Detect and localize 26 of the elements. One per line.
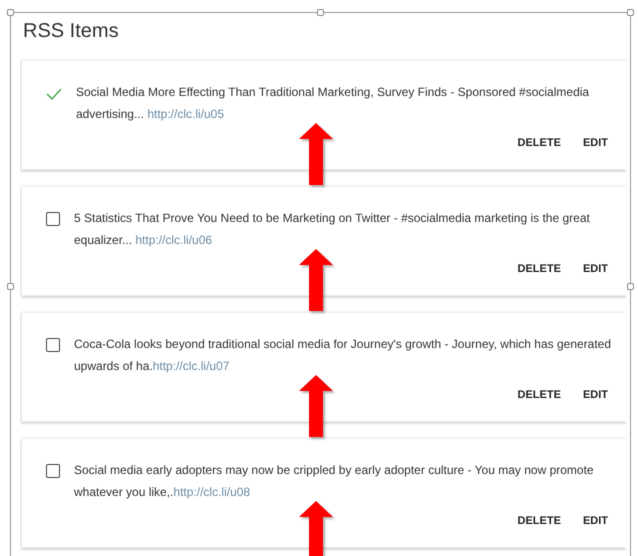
edit-button[interactable]: EDIT — [576, 511, 614, 531]
item-text: 5 Statistics That Prove You Need to be Marketing on Twitter - #socialmedia marketing is the great equalizer... http://clc.li/u06 — [74, 210, 591, 249]
item-link[interactable]: http://clc.li/u06 — [135, 233, 212, 247]
item-text: Social Media More Effecting Than Traditional Marketing, Survey Finds - Sponsored #socialmedia advertising... http://clc.li/u05 — [76, 84, 590, 123]
checkmark-icon[interactable] — [46, 88, 62, 100]
panel-title: RSS Items — [23, 20, 120, 43]
edit-button[interactable]: EDIT — [576, 385, 614, 405]
edit-button[interactable]: EDIT — [576, 259, 614, 279]
item-link[interactable]: http://clc.li/u05 — [147, 107, 224, 121]
item-link[interactable]: http://clc.li/u07 — [152, 359, 230, 373]
item-link[interactable]: http://clc.li/u08 — [173, 485, 250, 499]
item-text: Coca-Cola looks beyond traditional social media for Journey's growth - Journey, which has generated upwards of ha.http://clc.li/u07 — [74, 336, 612, 375]
checkbox[interactable] — [46, 464, 60, 478]
delete-button[interactable]: DELETE — [512, 385, 567, 405]
resize-handle[interactable] — [7, 283, 14, 290]
checkbox[interactable] — [46, 338, 60, 352]
delete-button[interactable]: DELETE — [512, 511, 567, 531]
resize-handle[interactable] — [627, 9, 634, 16]
resize-handle[interactable] — [317, 9, 324, 16]
delete-button[interactable]: DELETE — [512, 133, 567, 153]
delete-button[interactable]: DELETE — [512, 259, 567, 279]
checkbox[interactable] — [46, 212, 60, 226]
resize-handle[interactable] — [7, 9, 14, 16]
edit-button[interactable]: EDIT — [576, 133, 614, 153]
resize-handle[interactable] — [627, 283, 634, 290]
item-text: Social media early adopters may now be crippled by early adopter culture - You may now promote whatever you like,.http://clc.li/u08 — [74, 462, 595, 501]
